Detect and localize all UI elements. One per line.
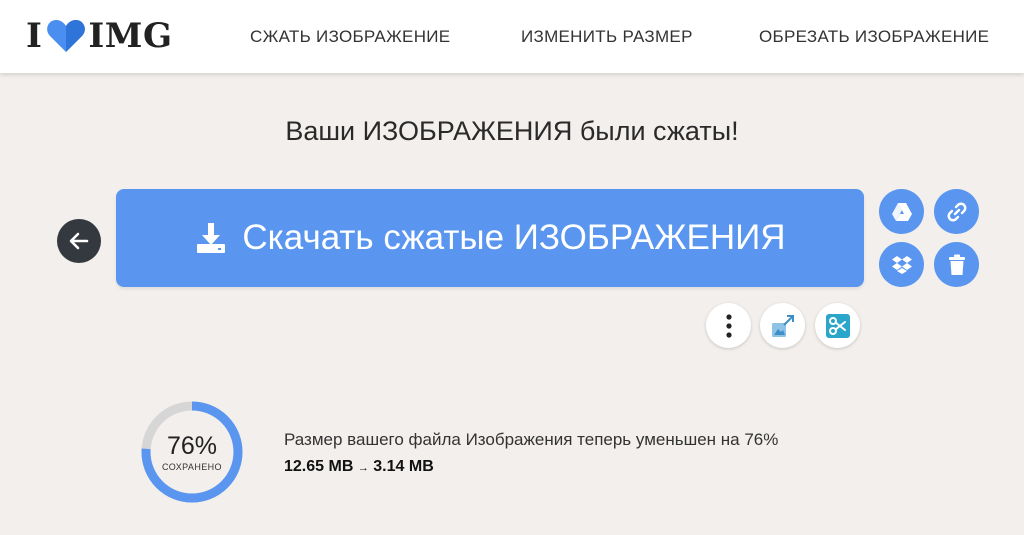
logo-text: IMG xyxy=(88,16,173,56)
download-label: Скачать сжатые ИЗОБРАЖЕНИЯ xyxy=(242,218,786,257)
crop-image-icon xyxy=(825,313,850,338)
page-title: Ваши ИЗОБРАЖЕНИЯ были сжаты! xyxy=(285,116,739,146)
google-drive-icon xyxy=(891,202,912,221)
saved-label: СОХРАНЕНО xyxy=(162,462,222,472)
logo[interactable]: I IMG xyxy=(26,16,172,56)
back-button[interactable] xyxy=(57,219,101,263)
size-arrow: → xyxy=(357,462,369,474)
heart-logo-icon xyxy=(47,20,86,52)
dropbox-icon xyxy=(891,255,912,274)
save-google-drive-button[interactable] xyxy=(879,189,924,234)
copy-link-button[interactable] xyxy=(934,189,979,234)
download-compressed-button[interactable]: Скачать сжатые ИЗОБРАЖЕНИЯ xyxy=(116,189,864,287)
more-options-button[interactable] xyxy=(706,303,751,348)
nav-resize-image[interactable]: ИЗМЕНИТЬ РАЗМЕР xyxy=(521,27,693,47)
arrow-left-icon xyxy=(69,232,89,250)
crop-image-button[interactable] xyxy=(815,303,860,348)
trash-icon xyxy=(948,254,965,275)
result-description: Размер вашего файла Изображения теперь у… xyxy=(284,430,779,449)
size-after: 3.14 MB xyxy=(373,458,434,475)
download-icon xyxy=(197,223,226,253)
resize-image-icon xyxy=(771,314,794,337)
top-header: I IMG СЖАТЬ ИЗОБРАЖЕНИЕ ИЗМЕНИТЬ РАЗМЕР … xyxy=(0,0,1024,73)
resize-image-button[interactable] xyxy=(760,303,805,348)
save-dropbox-button[interactable] xyxy=(879,242,924,287)
logo-letter-i: I xyxy=(26,16,43,56)
size-before: 12.65 MB xyxy=(284,458,354,475)
delete-button[interactable] xyxy=(934,242,979,287)
nav-compress-image[interactable]: СЖАТЬ ИЗОБРАЖЕНИЕ xyxy=(250,27,450,47)
saved-percent: 76% xyxy=(166,432,218,460)
more-vertical-icon xyxy=(725,313,732,338)
link-icon xyxy=(947,202,966,221)
nav-crop-image[interactable]: ОБРЕЗАТЬ ИЗОБРАЖЕНИЕ xyxy=(759,27,989,47)
result-sizes: 12.65 MB → 3.14 MB xyxy=(284,458,434,476)
